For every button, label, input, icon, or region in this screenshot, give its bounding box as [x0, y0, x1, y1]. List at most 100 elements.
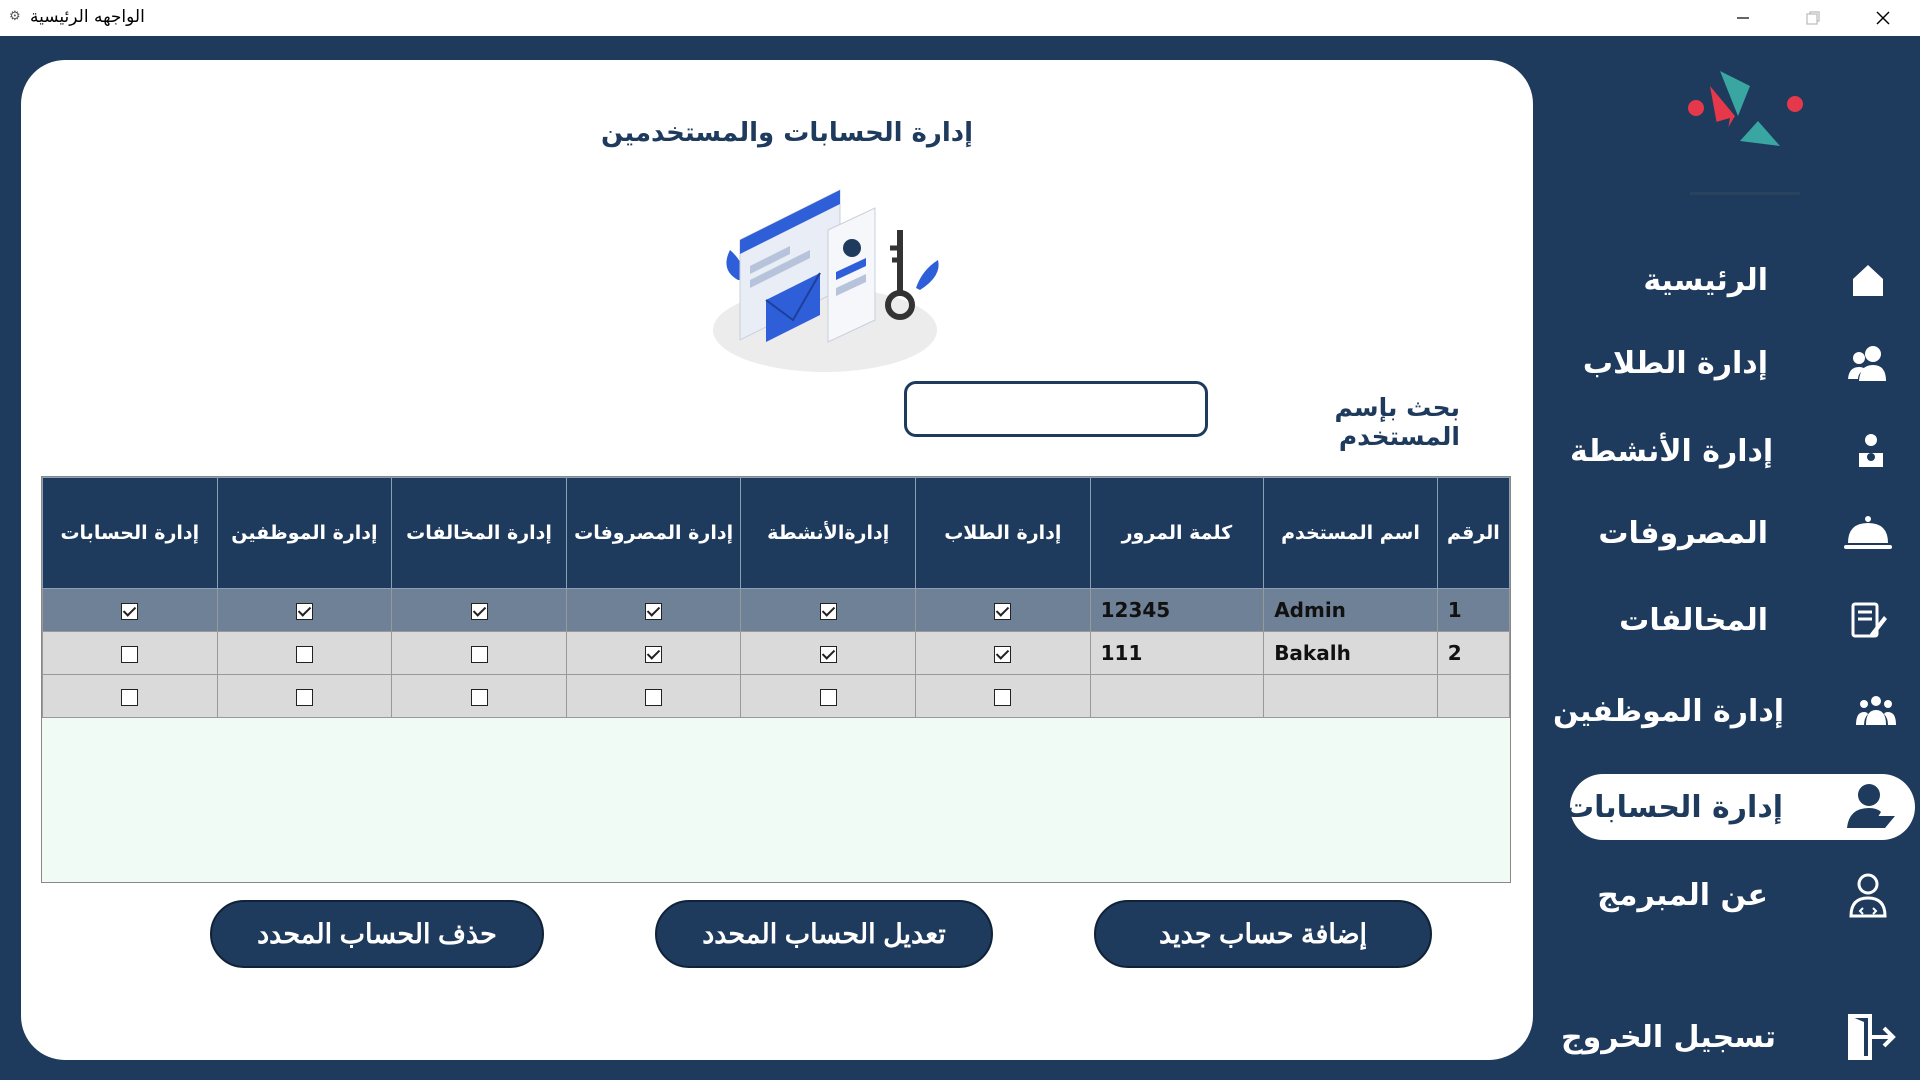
permission-checkbox[interactable] — [994, 603, 1012, 620]
add-account-button[interactable]: إضافة حساب جديد — [1094, 900, 1432, 968]
sidebar-item-violations[interactable]: المخالفات — [1570, 587, 1916, 653]
accounts-grid: الرقم اسم المستخدم كلمة المرور إدارة الط… — [41, 476, 1511, 883]
login-illustration — [710, 180, 950, 384]
permission-cell — [216, 674, 393, 718]
permission-checkbox[interactable] — [994, 646, 1012, 663]
column-header[interactable]: إدارة الموظفين — [216, 477, 393, 589]
expenses-icon — [1838, 503, 1898, 563]
employees-icon — [1854, 681, 1898, 741]
close-icon[interactable] — [1853, 0, 1913, 36]
permission-checkbox[interactable] — [470, 646, 488, 663]
permission-cell — [915, 588, 1091, 632]
delete-account-button[interactable]: حذف الحساب المحدد — [210, 900, 544, 968]
sidebar-item-label: إدارة الأنشطة — [1570, 433, 1774, 469]
sidebar-item-home[interactable]: الرئيسية — [1570, 247, 1916, 313]
column-header[interactable]: اسم المستخدم — [1263, 477, 1438, 589]
sidebar-item-activities[interactable]: إدارة الأنشطة — [1570, 418, 1916, 484]
table-header-row: الرقم اسم المستخدم كلمة المرور إدارة الط… — [42, 477, 1511, 589]
permission-cell — [216, 588, 393, 632]
search-label: بحث بإسم المستخدم — [1334, 393, 1460, 451]
home-icon — [1838, 250, 1898, 310]
column-header[interactable]: الرقم — [1436, 477, 1511, 589]
permission-cell — [565, 588, 742, 632]
accounts-icon — [1841, 777, 1897, 837]
table-row[interactable]: 2 Bakalh 111 — [42, 631, 1511, 675]
permission-checkbox[interactable] — [295, 689, 313, 706]
permission-cell — [42, 631, 218, 675]
gear-icon: ⚙ — [9, 9, 21, 24]
table-cell[interactable]: 12345 — [1089, 588, 1265, 632]
violations-icon — [1838, 590, 1898, 650]
sidebar-item-developer[interactable]: عن المبرمج — [1570, 862, 1916, 928]
permission-checkbox[interactable] — [645, 646, 663, 663]
permission-cell — [42, 674, 218, 718]
table-cell[interactable]: 111 — [1089, 631, 1265, 675]
sidebar-item-label: إدارة الطلاب — [1582, 345, 1768, 381]
developer-icon — [1838, 865, 1898, 925]
permission-cell — [915, 674, 1091, 718]
table-row[interactable]: 1 Admin 12345 — [42, 588, 1511, 632]
table-cell[interactable]: Admin — [1263, 588, 1438, 632]
sidebar-item-label: المخالفات — [1619, 602, 1768, 638]
permission-checkbox[interactable] — [121, 603, 139, 620]
accounts-table: الرقم اسم المستخدم كلمة المرور إدارة الط… — [42, 477, 1511, 718]
restore-icon[interactable] — [1783, 0, 1843, 36]
permission-checkbox[interactable] — [994, 689, 1012, 706]
permission-cell — [740, 674, 917, 718]
permission-checkbox[interactable] — [470, 689, 488, 706]
permission-cell — [42, 588, 218, 632]
permission-cell — [391, 674, 567, 718]
table-cell[interactable]: Bakalh — [1263, 631, 1438, 675]
sidebar-item-accounts[interactable]: إدارة الحسابات — [1564, 774, 1915, 840]
permission-checkbox[interactable] — [645, 689, 663, 706]
permission-cell — [740, 588, 917, 632]
permission-cell — [565, 631, 742, 675]
table-cell[interactable]: 1 — [1436, 588, 1511, 632]
minimize-icon[interactable] — [1713, 0, 1773, 36]
permission-checkbox[interactable] — [295, 646, 313, 663]
permission-cell — [565, 674, 742, 718]
logo-subtitle-line — [1690, 192, 1800, 195]
sidebar-item-label: إدارة الموظفين — [1553, 693, 1784, 729]
table-row[interactable] — [42, 674, 1511, 718]
column-header[interactable]: إدارةالأنشطة — [740, 477, 917, 589]
sidebar-item-label: عن المبرمج — [1597, 877, 1768, 913]
search-input[interactable] — [904, 381, 1208, 437]
permission-cell — [915, 631, 1091, 675]
window-title-bar: ⚙ الواجهه الرئيسية — [0, 0, 1920, 36]
column-header[interactable]: إدارة الطلاب — [915, 477, 1091, 589]
permission-checkbox[interactable] — [295, 603, 313, 620]
permission-checkbox[interactable] — [645, 603, 663, 620]
column-header[interactable]: إدارة المخالفات — [391, 477, 567, 589]
sidebar-item-expenses[interactable]: المصروفات — [1570, 500, 1916, 566]
sidebar-item-employees[interactable]: إدارة الموظفين — [1553, 678, 1916, 744]
sidebar-item-label: الرئيسية — [1643, 262, 1768, 298]
window-title: الواجهه الرئيسية — [30, 7, 145, 27]
edit-account-button[interactable]: تعديل الحساب المحدد — [655, 900, 993, 968]
page-title: إدارة الحسابات والمستخدمين — [600, 118, 974, 148]
logout-icon — [1846, 1007, 1898, 1067]
table-cell[interactable] — [1089, 674, 1265, 718]
table-cell[interactable] — [1436, 674, 1511, 718]
column-header[interactable]: كلمة المرور — [1089, 477, 1265, 589]
activities-icon — [1843, 421, 1898, 481]
permission-checkbox[interactable] — [819, 603, 837, 620]
table-cell[interactable]: 2 — [1436, 631, 1511, 675]
permission-cell — [216, 631, 393, 675]
permission-checkbox[interactable] — [121, 646, 139, 663]
column-header[interactable]: إدارة المصروفات — [565, 477, 742, 589]
sidebar-item-students[interactable]: إدارة الطلاب — [1570, 330, 1916, 396]
table-cell[interactable] — [1263, 674, 1438, 718]
students-icon — [1838, 333, 1898, 393]
permission-checkbox[interactable] — [121, 689, 139, 706]
column-header[interactable]: إدارة الحسابات — [42, 477, 218, 589]
sidebar-item-label: تسجيل الخروج — [1561, 1019, 1776, 1055]
permission-cell — [391, 588, 567, 632]
permission-cell — [740, 631, 917, 675]
permission-cell — [391, 631, 567, 675]
sidebar-item-logout[interactable]: تسجيل الخروج — [1561, 1004, 1916, 1070]
permission-checkbox[interactable] — [819, 646, 837, 663]
permission-checkbox[interactable] — [470, 603, 488, 620]
sidebar-item-label: المصروفات — [1598, 515, 1768, 551]
permission-checkbox[interactable] — [819, 689, 837, 706]
